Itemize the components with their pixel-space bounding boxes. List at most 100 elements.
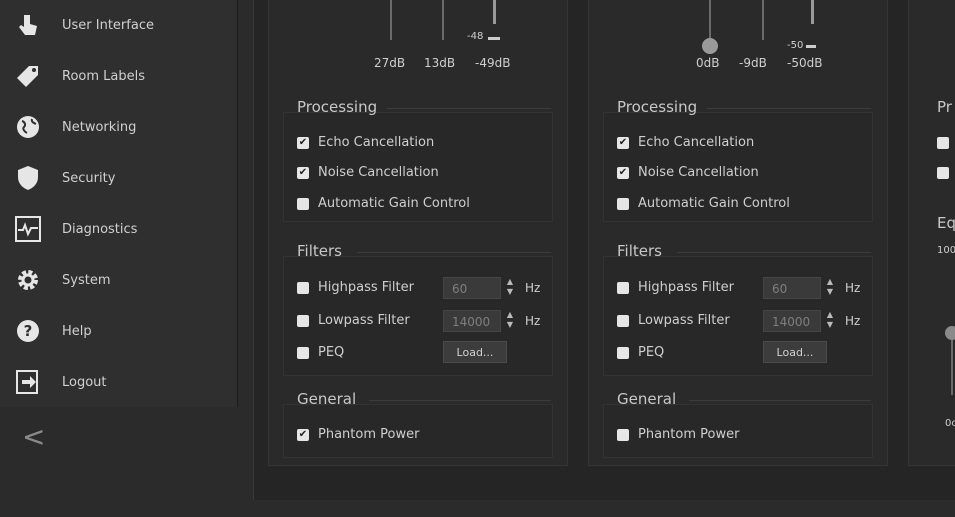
- sidebar: User Interface Room Labels Networking Se…: [0, 0, 238, 407]
- peq-load-button[interactable]: Load...: [763, 341, 827, 363]
- shield-icon: [14, 164, 42, 192]
- sidebar-item-diagnostics[interactable]: Diagnostics: [0, 204, 237, 254]
- unit-label: Hz: [525, 314, 541, 328]
- unit-label: Hz: [845, 314, 861, 328]
- sidebar-item-security[interactable]: Security: [0, 153, 237, 203]
- channel-panel-2: -50 0dB -9dB -50dB Processing ✔ Echo Canc…: [588, 0, 888, 466]
- fader-track[interactable]: [709, 0, 711, 40]
- echo-cancellation-checkbox[interactable]: ✔ Echo Cancellation: [617, 135, 754, 150]
- checkbox-label: Automatic Gain Control: [638, 196, 790, 211]
- sidebar-item-user-interface[interactable]: User Interface: [0, 0, 237, 50]
- checkbox-icon: [297, 281, 309, 294]
- peq-checkbox[interactable]: PEQ: [297, 345, 344, 360]
- checkbox-icon: [617, 281, 629, 294]
- gear-icon: [14, 266, 42, 294]
- fader-handle[interactable]: [488, 37, 500, 40]
- general-title: General: [297, 390, 357, 408]
- sidebar-item-label: User Interface: [62, 17, 154, 33]
- globe-icon: [14, 113, 42, 141]
- divider: [689, 400, 871, 401]
- checkbox-icon: [617, 314, 629, 327]
- sidebar-item-system[interactable]: System: [0, 255, 237, 305]
- checkbox-icon: ✔: [297, 166, 309, 179]
- fader-handle[interactable]: [806, 45, 816, 48]
- lowpass-stepper[interactable]: ▲ ▼: [505, 310, 515, 332]
- checkbox-label: Highpass Filter: [318, 280, 414, 295]
- highpass-frequency-input[interactable]: 60: [443, 277, 501, 299]
- checkbox-icon: [297, 346, 309, 359]
- highpass-filter-checkbox[interactable]: Highpass Filter: [617, 280, 734, 295]
- unit-label: Hz: [525, 281, 541, 295]
- divider: [707, 108, 871, 109]
- checkbox-label: Noise Cancellation: [638, 165, 759, 180]
- fader-track[interactable]: [493, 0, 496, 24]
- filters-title: Filters: [297, 242, 342, 260]
- sidebar-item-label: Diagnostics: [62, 221, 138, 237]
- lowpass-frequency-input[interactable]: 14000: [443, 310, 501, 332]
- noise-cancellation-checkbox[interactable]: ✔ Noise Cancellation: [617, 165, 759, 180]
- db-label: 27dB: [374, 56, 406, 70]
- channel-panel-3: Pr Eq 100 0c: [908, 0, 955, 466]
- fader-track[interactable]: [390, 0, 392, 40]
- lowpass-filter-checkbox[interactable]: Lowpass Filter: [617, 313, 730, 328]
- sidebar-item-logout[interactable]: Logout: [0, 357, 237, 407]
- db-label: 0dB: [696, 56, 720, 70]
- unit-label: Hz: [845, 281, 861, 295]
- checkbox-label: Lowpass Filter: [638, 313, 730, 328]
- fader-handle[interactable]: [702, 38, 718, 54]
- sidebar-item-room-labels[interactable]: Room Labels: [0, 51, 237, 101]
- checkbox-label: Automatic Gain Control: [318, 196, 470, 211]
- fader-track[interactable]: [811, 0, 814, 24]
- logout-icon: [14, 368, 42, 396]
- general-title: General: [617, 390, 677, 408]
- db-label: -50dB: [787, 56, 823, 70]
- eq-fader-label: 0c: [945, 418, 955, 429]
- checkbox-icon[interactable]: [937, 137, 949, 149]
- question-icon: ?: [14, 317, 42, 345]
- filters-title: Filters: [617, 242, 662, 260]
- checkbox-label: Phantom Power: [318, 427, 420, 442]
- fader-track[interactable]: [762, 0, 764, 40]
- checkbox-icon[interactable]: [937, 167, 949, 179]
- phantom-power-checkbox[interactable]: Phantom Power: [617, 427, 739, 442]
- lowpass-filter-checkbox[interactable]: Lowpass Filter: [297, 313, 410, 328]
- eq-fader-track[interactable]: [951, 340, 953, 395]
- eq-fader-handle[interactable]: [945, 326, 955, 340]
- sidebar-item-label: Networking: [62, 119, 137, 135]
- db-label: 13dB: [424, 56, 456, 70]
- checkbox-icon: ✔: [617, 136, 629, 149]
- noise-cancellation-checkbox[interactable]: ✔ Noise Cancellation: [297, 165, 439, 180]
- tag-icon: [14, 62, 42, 90]
- divider: [357, 252, 551, 253]
- eq-title: Eq: [937, 214, 955, 232]
- checkbox-icon: [617, 346, 629, 359]
- db-label: -49dB: [475, 56, 511, 70]
- divider: [387, 108, 551, 109]
- lowpass-frequency-input[interactable]: 14000: [763, 310, 821, 332]
- checkbox-label: Highpass Filter: [638, 280, 734, 295]
- sidebar-item-help[interactable]: ? Help: [0, 306, 237, 356]
- fader-track[interactable]: [442, 0, 444, 40]
- highpass-frequency-input[interactable]: 60: [763, 277, 821, 299]
- checkbox-label: Echo Cancellation: [638, 135, 755, 150]
- peq-checkbox[interactable]: PEQ: [617, 345, 664, 360]
- eq-value: 100: [937, 245, 955, 256]
- divider: [369, 400, 551, 401]
- checkbox-label: PEQ: [318, 345, 345, 360]
- sidebar-item-networking[interactable]: Networking: [0, 102, 237, 152]
- echo-cancellation-checkbox[interactable]: ✔ Echo Cancellation: [297, 135, 434, 150]
- highpass-filter-checkbox[interactable]: Highpass Filter: [297, 280, 414, 295]
- highpass-stepper[interactable]: ▲ ▼: [825, 277, 835, 299]
- lowpass-stepper[interactable]: ▲ ▼: [825, 310, 835, 332]
- automatic-gain-control-checkbox[interactable]: Automatic Gain Control: [617, 196, 790, 211]
- automatic-gain-control-checkbox[interactable]: Automatic Gain Control: [297, 196, 470, 211]
- divider: [677, 252, 871, 253]
- highpass-stepper[interactable]: ▲ ▼: [505, 277, 515, 299]
- pulse-icon: [14, 215, 42, 243]
- phantom-power-checkbox[interactable]: ✔ Phantom Power: [297, 427, 419, 442]
- collapse-sidebar-button[interactable]: <: [22, 420, 45, 453]
- checkbox-label: Lowpass Filter: [318, 313, 410, 328]
- peq-load-button[interactable]: Load...: [443, 341, 507, 363]
- checkbox-icon: [617, 428, 629, 441]
- checkbox-icon: ✔: [297, 428, 309, 441]
